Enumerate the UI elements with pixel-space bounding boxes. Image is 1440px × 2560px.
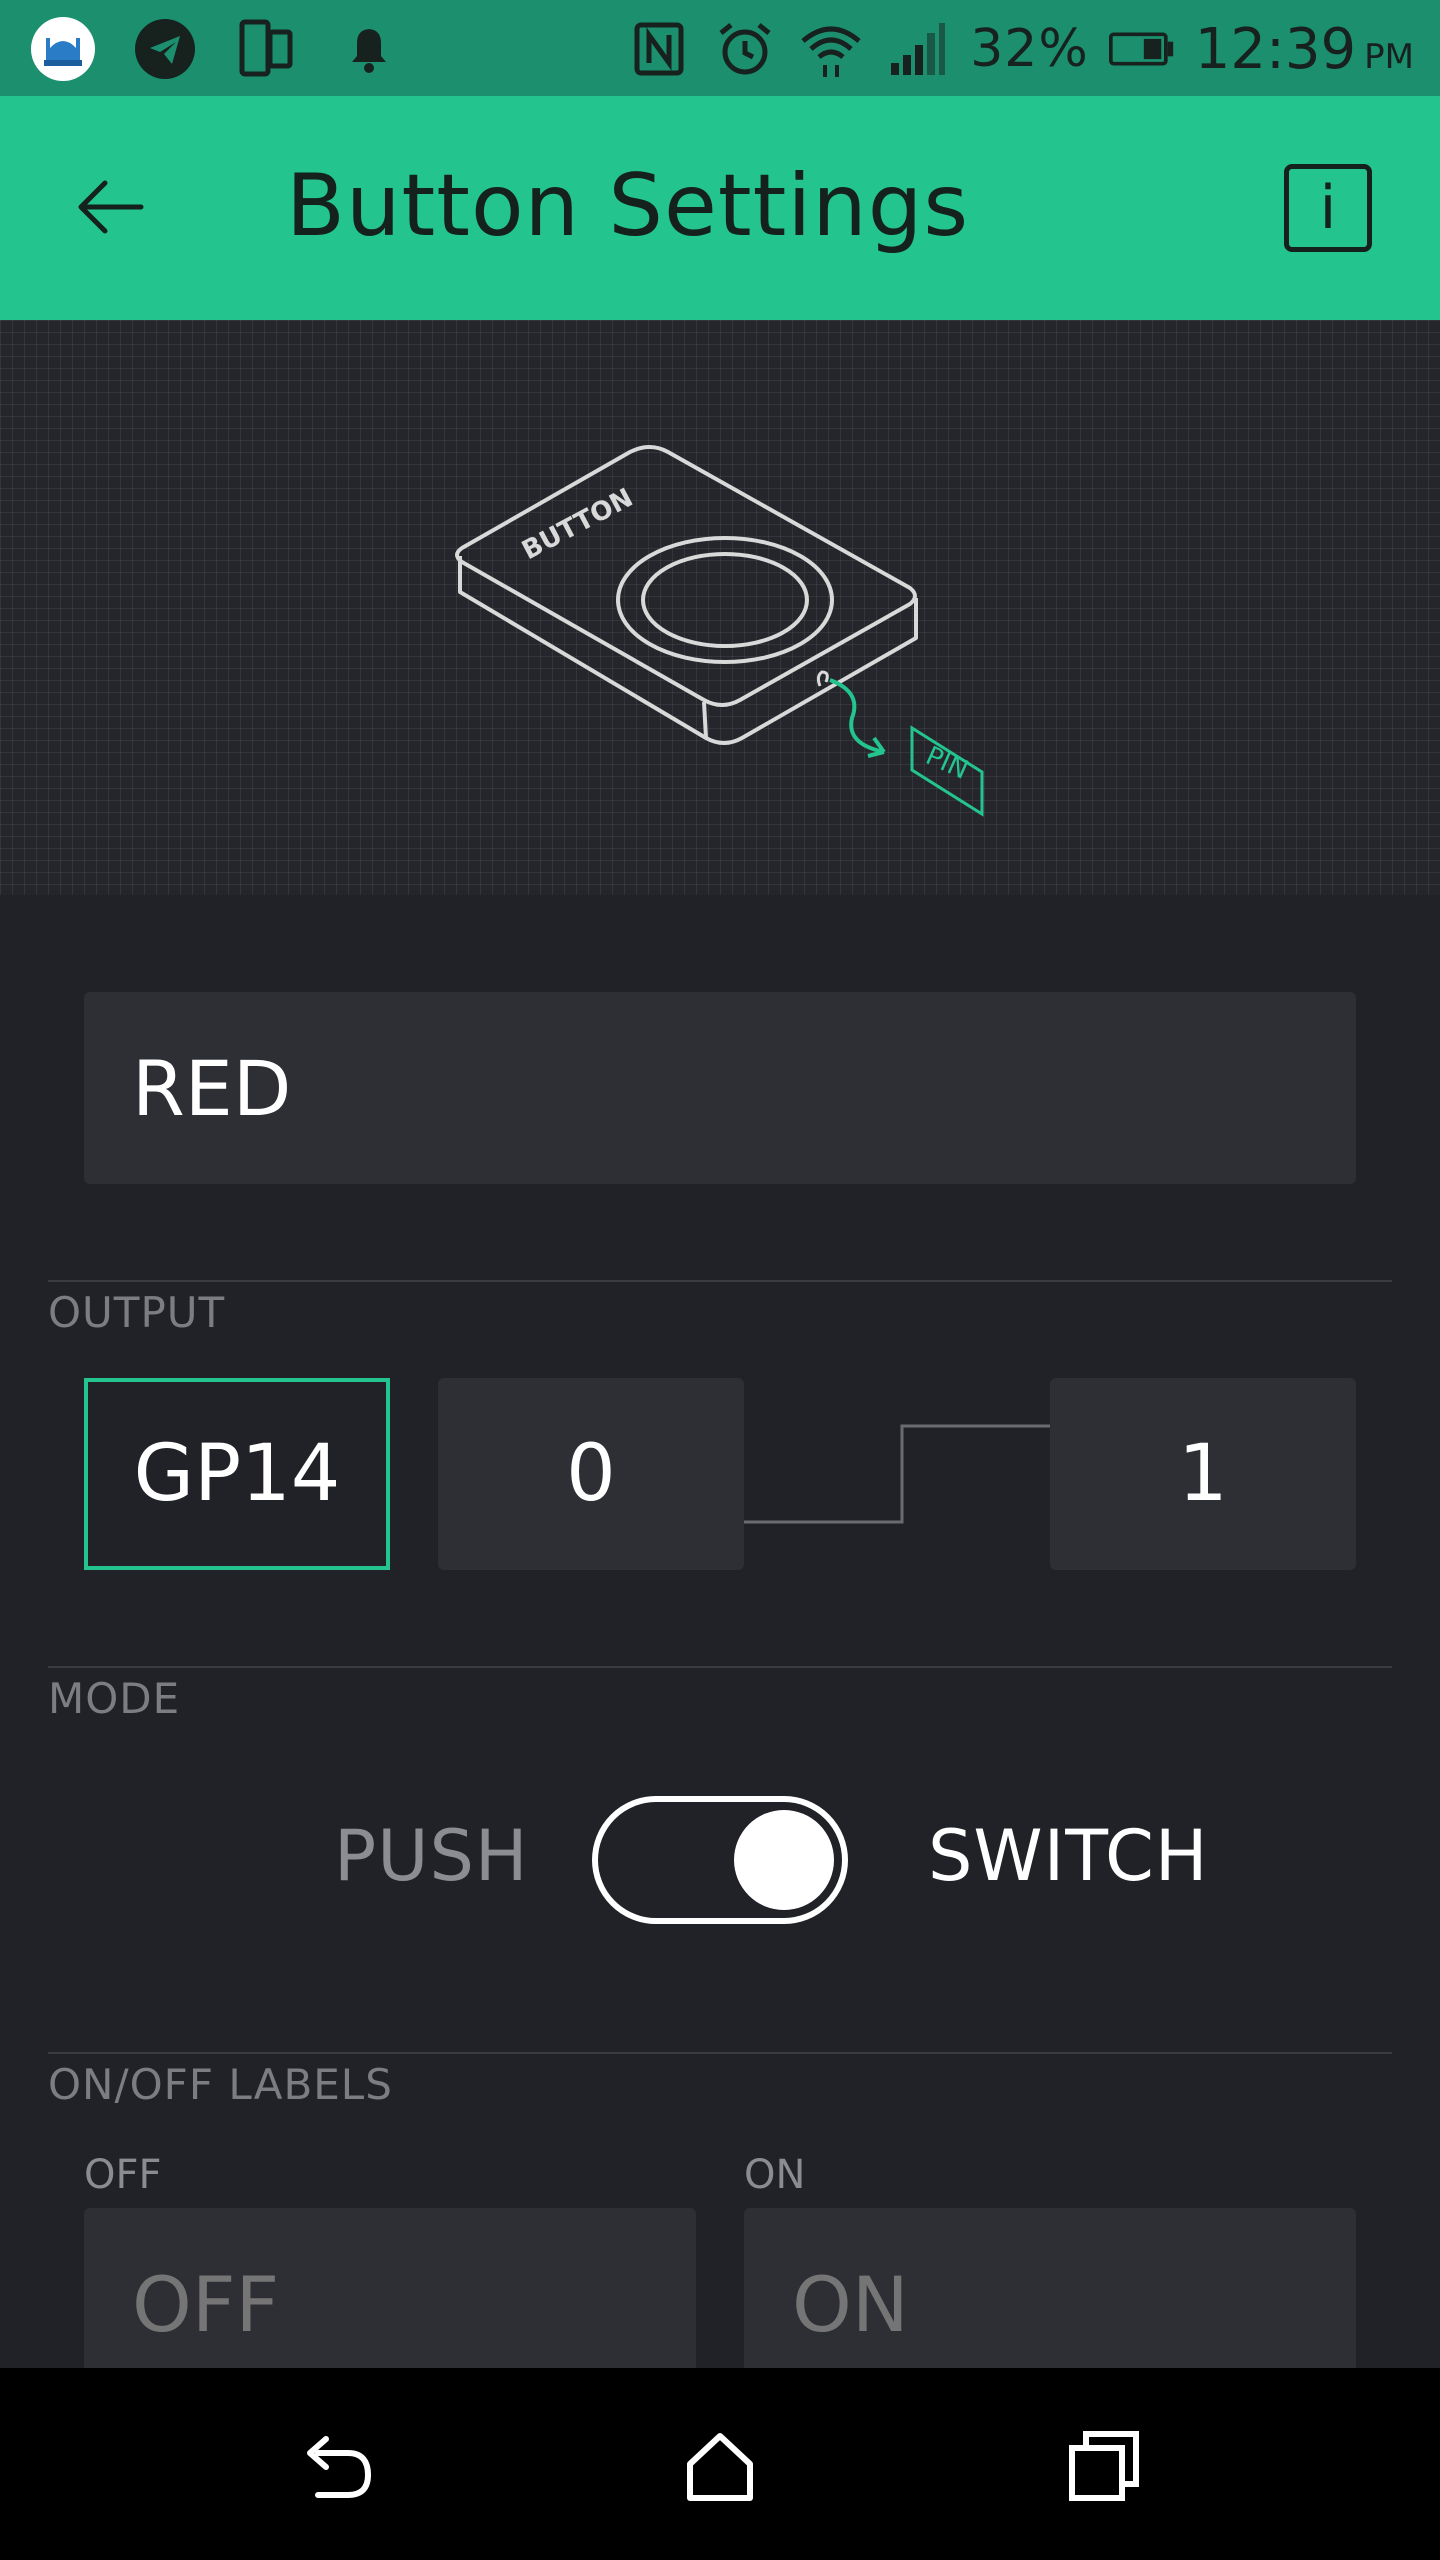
time-ampm: PM [1364,36,1414,77]
button-device-illustration: BUTTON PIN [455,445,984,817]
time: 12:39 [1194,16,1357,82]
divider [48,2052,1392,2054]
home-icon [687,2433,753,2501]
status-bar-left [30,14,402,84]
signal-icon [884,16,950,82]
battery-icon [1108,16,1175,82]
phone-sync-icon [234,16,300,82]
notification-bell-icon [336,16,402,82]
on-label-caption: ON [744,2152,806,2198]
recents-icon [1069,2431,1139,2501]
page-title: Button Settings [286,156,970,256]
widget-name-input[interactable] [84,992,1356,1184]
high-value-input[interactable]: 1 [1050,1378,1356,1570]
low-value-input[interactable]: 0 [438,1378,744,1570]
wifi-icon [798,16,864,82]
nav-home-button[interactable] [670,2416,770,2516]
info-button[interactable]: i [1284,164,1372,252]
back-button[interactable] [60,162,160,252]
widget-name-field[interactable] [84,992,1356,1184]
battery-percent: 32% [970,19,1089,79]
mode-push-label[interactable]: PUSH [334,1815,529,1897]
clock: 12:39 PM [1195,17,1414,82]
device-label: BUTTON [517,483,638,566]
app-bar: Button Settings i [0,96,1440,320]
alarm-icon [712,16,778,82]
mode-section-label: MODE [48,1674,181,1723]
labels-section-label: ON/OFF LABELS [48,2060,393,2109]
nfc-icon [626,16,692,82]
widget-illustration: BUTTON PIN [0,320,1440,895]
off-label-caption: OFF [84,2152,162,2198]
divider [48,1666,1392,1668]
app-mosque-icon [30,16,96,82]
navigation-bar [0,2368,1440,2560]
output-section-label: OUTPUT [48,1288,226,1337]
back-icon [307,2436,372,2498]
screen: 32% 12:39 PM Button Settings i BUTTON PI… [0,0,1440,2560]
telegram-icon [132,16,198,82]
pin-select-button[interactable]: GP14 [84,1378,390,1570]
status-bar-right: 32% 12:39 PM [626,14,1414,84]
status-bar: 32% 12:39 PM [0,0,1440,96]
toggle-knob [734,1810,834,1910]
signal-step-icon [744,1424,1050,1524]
nav-recents-button[interactable] [1054,2416,1154,2516]
mode-switch-label[interactable]: SWITCH [928,1815,1208,1897]
nav-back-button[interactable] [286,2416,386,2516]
mode-toggle[interactable] [592,1796,848,1924]
arrow-left-icon [78,180,144,234]
divider [48,1280,1392,1282]
